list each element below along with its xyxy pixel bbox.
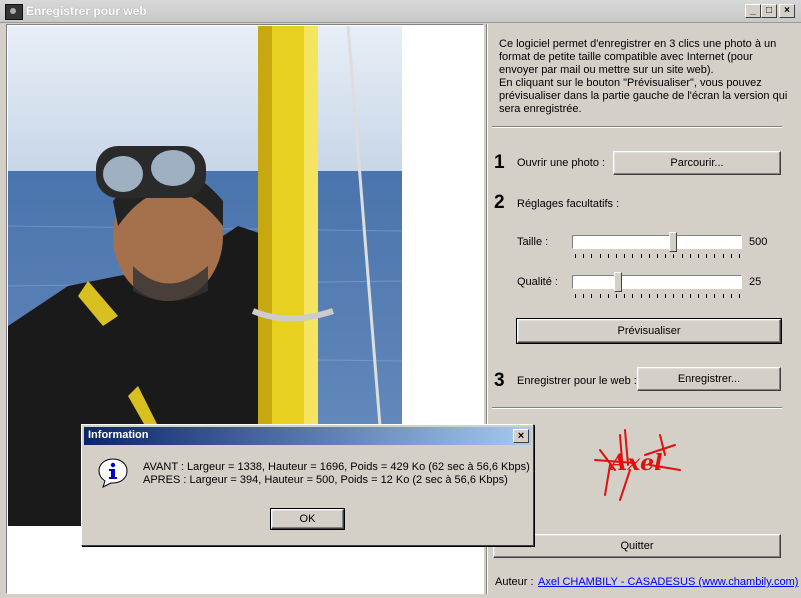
slider-tick bbox=[591, 294, 593, 298]
slider-tick bbox=[665, 254, 667, 258]
quality-slider-track[interactable] bbox=[572, 275, 742, 289]
quality-label: Qualité : bbox=[517, 276, 558, 288]
slider-tick bbox=[698, 294, 699, 298]
logo-text: Axel bbox=[608, 450, 663, 476]
step-2-number: 2 bbox=[494, 192, 505, 213]
slider-tick bbox=[730, 294, 732, 298]
preview-button[interactable]: Prévisualiser bbox=[516, 318, 782, 344]
step-3-number: 3 bbox=[494, 370, 505, 391]
camera-icon bbox=[5, 4, 23, 20]
info-line: prévisualiser dans la partie gauche de l… bbox=[499, 90, 788, 102]
author-label: Auteur : bbox=[495, 576, 534, 588]
quality-slider-thumb[interactable] bbox=[613, 272, 622, 292]
size-label: Taille : bbox=[517, 236, 549, 248]
slider-tick bbox=[640, 254, 642, 258]
info-line: sera enregistrée. bbox=[499, 103, 582, 115]
size-slider-thumb[interactable] bbox=[668, 232, 677, 252]
step-3-label: Enregistrer pour le web : bbox=[517, 375, 637, 387]
slider-tick bbox=[681, 254, 683, 258]
size-slider-track[interactable] bbox=[572, 235, 742, 249]
slider-tick bbox=[673, 294, 675, 298]
window-title: Enregistrer pour web bbox=[26, 4, 147, 18]
slider-tick bbox=[673, 254, 675, 258]
quality-slider-ticks bbox=[575, 294, 740, 298]
slider-tick bbox=[575, 294, 576, 298]
slider-tick bbox=[616, 254, 617, 258]
slider-tick bbox=[648, 254, 650, 258]
dialog-line-after: APRES : Largeur = 394, Hauteur = 500, Po… bbox=[143, 474, 508, 486]
slider-tick bbox=[722, 254, 724, 258]
maximize-button[interactable]: □ bbox=[761, 4, 777, 18]
dialog-title: Information bbox=[88, 429, 149, 441]
info-icon bbox=[97, 457, 129, 489]
slider-tick bbox=[714, 294, 716, 298]
slider-tick bbox=[739, 294, 740, 298]
dialog-line-before: AVANT : Largeur = 1338, Hauteur = 1696, … bbox=[143, 461, 530, 473]
slider-tick bbox=[624, 254, 626, 258]
size-slider-ticks bbox=[575, 254, 740, 258]
slider-tick bbox=[624, 294, 626, 298]
size-value: 500 bbox=[749, 236, 768, 248]
slider-tick bbox=[640, 294, 642, 298]
dialog-title-bar: Information × bbox=[84, 427, 531, 445]
slider-tick bbox=[599, 294, 601, 298]
slider-tick bbox=[689, 294, 691, 298]
slider-tick bbox=[657, 254, 658, 258]
slider-tick bbox=[599, 254, 601, 258]
slider-tick bbox=[706, 254, 708, 258]
info-text: Ce logiciel permet d'enregistrer en 3 cl… bbox=[499, 38, 789, 116]
axel-logo-icon: Axel bbox=[594, 429, 681, 501]
slider-tick bbox=[648, 294, 650, 298]
minimize-button[interactable]: _ bbox=[745, 4, 761, 18]
axel-logo: Axel bbox=[590, 425, 690, 505]
slider-tick bbox=[689, 254, 691, 258]
separator bbox=[492, 407, 782, 409]
slider-tick bbox=[657, 294, 658, 298]
slider-tick bbox=[722, 294, 724, 298]
slider-tick bbox=[665, 294, 667, 298]
slider-tick bbox=[607, 254, 609, 258]
slider-tick bbox=[714, 254, 716, 258]
slider-tick bbox=[616, 294, 617, 298]
slider-tick bbox=[607, 294, 609, 298]
step-1-number: 1 bbox=[494, 152, 505, 173]
ok-button[interactable]: OK bbox=[270, 508, 345, 530]
step-2-label: Réglages facultatifs : bbox=[517, 198, 620, 210]
step-1-label: Ouvrir une photo : bbox=[517, 157, 606, 169]
slider-tick bbox=[739, 254, 740, 258]
dialog-close-button[interactable]: × bbox=[513, 429, 529, 443]
title-bar: Enregistrer pour web _ □ × bbox=[0, 0, 801, 23]
close-button[interactable]: × bbox=[779, 4, 795, 18]
author-link[interactable]: Axel CHAMBILY - CASADESUS (www.chambily.… bbox=[538, 576, 798, 588]
slider-tick bbox=[681, 294, 683, 298]
slider-tick bbox=[706, 294, 708, 298]
slider-tick bbox=[632, 294, 634, 298]
slider-tick bbox=[730, 254, 732, 258]
slider-tick bbox=[575, 254, 576, 258]
slider-tick bbox=[698, 254, 699, 258]
information-dialog: Information × AVANT : Largeur = 1338, Ha… bbox=[81, 424, 534, 546]
info-line: Ce logiciel permet d'enregistrer en 3 cl… bbox=[499, 38, 777, 50]
separator bbox=[492, 126, 782, 128]
quit-button[interactable]: Quitter bbox=[493, 534, 781, 558]
slider-tick bbox=[583, 254, 585, 258]
info-line: En cliquant sur le bouton "Prévisualiser… bbox=[499, 77, 762, 89]
slider-tick bbox=[583, 294, 585, 298]
info-line: format de petite taille compatible avec … bbox=[499, 51, 753, 63]
save-button[interactable]: Enregistrer... bbox=[637, 367, 781, 391]
browse-button[interactable]: Parcourir... bbox=[613, 151, 781, 175]
slider-tick bbox=[591, 254, 593, 258]
quality-value: 25 bbox=[749, 276, 762, 288]
slider-tick bbox=[632, 254, 634, 258]
info-line: envoyer par mail ou mettre sur un site w… bbox=[499, 64, 714, 76]
